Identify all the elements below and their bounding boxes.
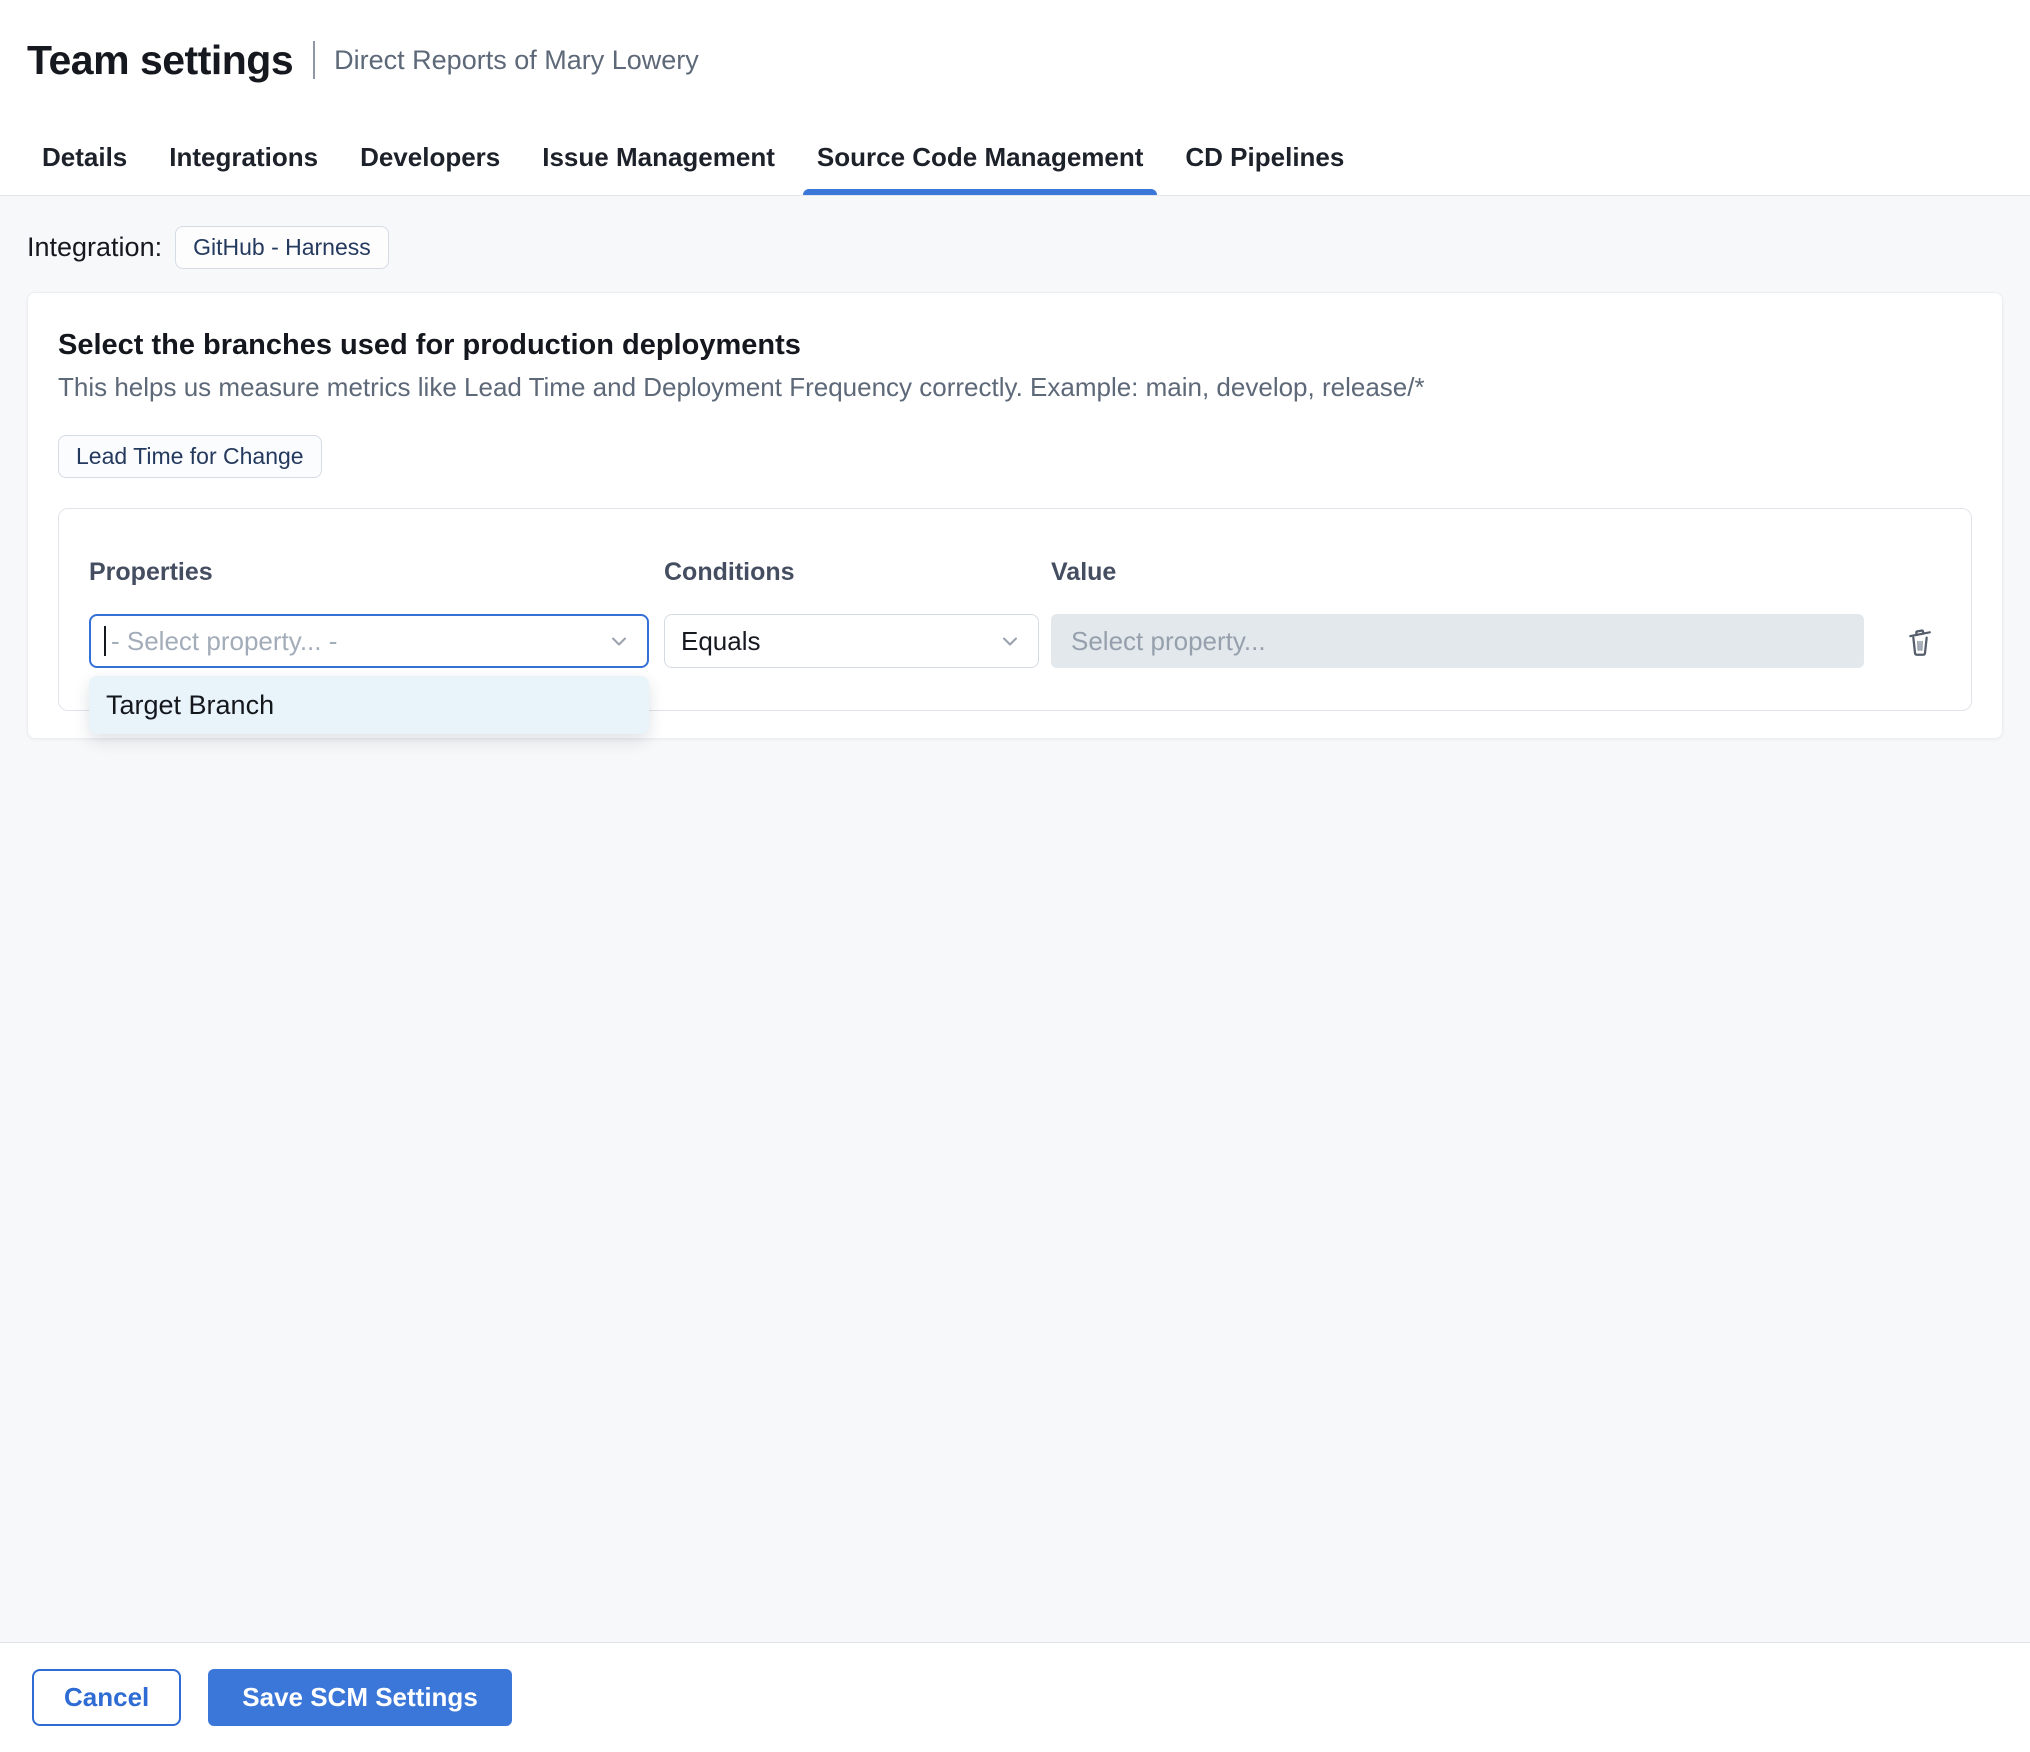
integration-label: Integration:	[27, 232, 163, 262]
lead-time-chip[interactable]: Lead Time for Change	[58, 435, 322, 478]
delete-rule-button[interactable]	[1900, 619, 1940, 663]
properties-select[interactable]: - Select property... -	[89, 614, 649, 668]
scm-branches-card: Select the branches used for production …	[27, 292, 2003, 739]
tab-source-code-management[interactable]: Source Code Management	[802, 120, 1157, 195]
card-title: Select the branches used for production …	[58, 329, 801, 361]
settings-tabbar: Details Integrations Developers Issue Ma…	[0, 120, 2030, 196]
tab-details[interactable]: Details	[42, 120, 127, 195]
chevron-down-icon	[607, 629, 631, 653]
integration-row: Integration: GitHub - Harness	[27, 226, 2003, 269]
conditions-select[interactable]: Equals	[664, 614, 1039, 668]
tab-issue-management[interactable]: Issue Management	[542, 120, 775, 195]
properties-column-label: Properties	[89, 558, 213, 586]
properties-placeholder: - Select property... -	[111, 625, 338, 656]
tab-integrations[interactable]: Integrations	[169, 120, 318, 195]
conditions-selected-value: Equals	[681, 625, 761, 656]
integration-chip[interactable]: GitHub - Harness	[175, 226, 389, 269]
save-scm-settings-button[interactable]: Save SCM Settings	[208, 1669, 512, 1726]
tab-cd-pipelines[interactable]: CD Pipelines	[1185, 120, 1344, 195]
page-title: Team settings	[27, 36, 294, 83]
dropdown-option-target-branch[interactable]: Target Branch	[89, 678, 649, 732]
main-content: Integration: GitHub - Harness Select the…	[0, 196, 2030, 1642]
rule-builder-controls: - Select property... - Equals	[89, 614, 1971, 668]
rule-builder-labels: Properties Conditions Value	[89, 557, 1971, 588]
page-subtitle: Direct Reports of Mary Lowery	[334, 44, 699, 75]
footer-actions: Cancel Save SCM Settings	[0, 1642, 2030, 1752]
value-input[interactable]	[1051, 614, 1864, 668]
rule-builder: Properties Conditions Value - Select pro…	[58, 508, 1972, 734]
text-caret	[104, 626, 106, 656]
properties-dropdown-menu: Target Branch	[89, 676, 649, 734]
conditions-column-label: Conditions	[664, 558, 795, 586]
value-column-label: Value	[1051, 558, 1117, 586]
title-divider	[313, 41, 316, 79]
page-header: Team settings Direct Reports of Mary Low…	[0, 0, 2030, 120]
cancel-button[interactable]: Cancel	[32, 1669, 182, 1726]
card-description: This helps us measure metrics like Lead …	[58, 372, 1425, 402]
trash-icon	[1903, 622, 1937, 660]
chevron-down-icon	[998, 629, 1022, 653]
tab-developers[interactable]: Developers	[360, 120, 500, 195]
